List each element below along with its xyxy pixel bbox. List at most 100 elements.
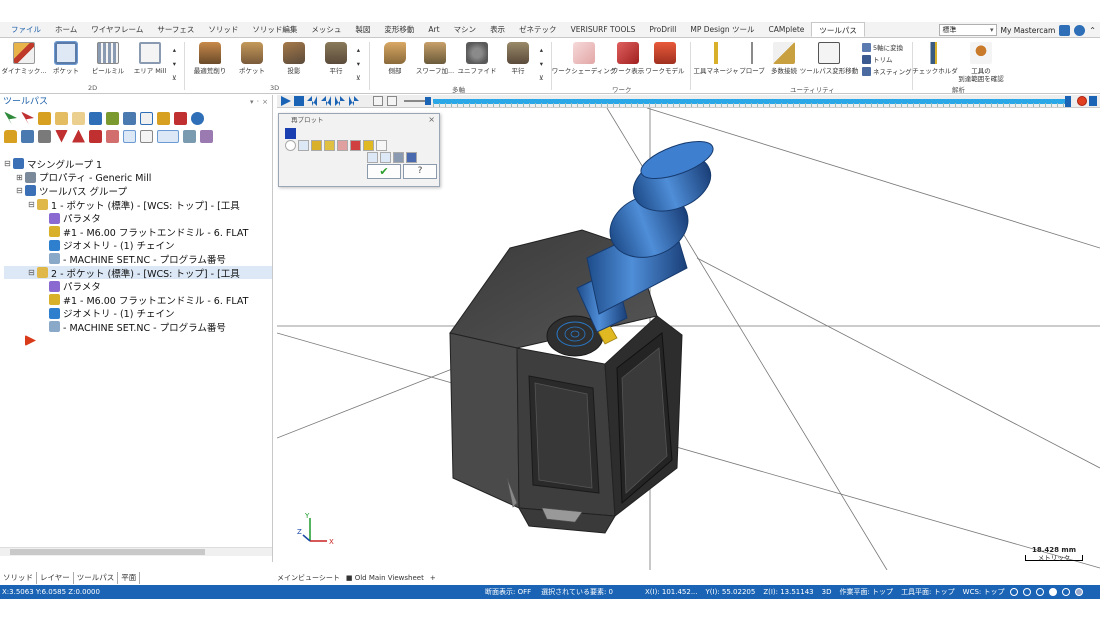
parallel-multi-button[interactable]: 平行 [496,42,540,75]
lock-icon[interactable] [4,129,17,143]
regen-all-icon[interactable] [38,111,51,125]
tool-plane-status[interactable]: 工具平面: トップ [901,587,955,597]
work-shading-button[interactable]: ワークシェーディング [552,42,616,75]
sort-icon[interactable] [106,129,119,143]
tree-node[interactable]: - MACHINE SET.NC - プログラム番号 [4,252,272,266]
help-icon[interactable] [191,111,204,125]
dynamic-button[interactable]: ダイナミック... [1,42,47,75]
ribbon-tab[interactable]: ゼネテック [512,22,564,37]
group-multi-scroll[interactable]: ▴ ▾ ⊻ [539,46,544,82]
manager-tab[interactable]: レイヤー [37,572,74,584]
ribbon-tab[interactable]: マシン [447,22,484,37]
toggle-post-icon[interactable] [38,129,51,143]
collapse-icon[interactable] [200,129,213,143]
help-icon[interactable] [1074,24,1086,36]
check-holder-button[interactable]: チェックホルダ [912,42,958,75]
select-all-icon[interactable] [4,111,17,125]
manager-tab[interactable]: 平面 [118,572,141,584]
work-model-button[interactable]: ワークモデル [645,42,685,75]
convert-5axis-button[interactable]: 5軸に変換 [862,42,903,52]
display-settings-icon[interactable] [1074,588,1083,596]
area-mill-button[interactable]: エリア Mill [128,42,172,75]
workspace-combo[interactable]: 標準 [938,24,997,36]
view-cube-icon[interactable] [1009,588,1018,596]
insert-arrow-icon[interactable] [89,129,102,143]
side-wall-button[interactable]: 側部 [373,42,417,75]
cycle-icon[interactable] [380,152,391,163]
add-viewsheet-button[interactable]: + [430,573,436,584]
tree-node[interactable]: ジオメトリ - (1) チェイン [4,239,272,252]
tree-node[interactable] [4,334,272,348]
swarf-button[interactable]: スワーフ加... [413,42,457,75]
ribbon-tab[interactable]: ファイル [4,22,48,37]
panel-controls[interactable]: ▾ ᛫ × [250,95,268,109]
collapse-dialog-icon[interactable] [285,128,296,139]
ribbon-tab[interactable]: ワイヤフレーム [84,22,150,37]
expand-toggle-icon[interactable]: ⊟ [4,159,13,168]
tool-display-icon[interactable] [311,140,322,151]
collapse-ribbon-icon[interactable]: ⌃ [1089,26,1096,35]
options-icon[interactable] [1089,96,1097,106]
settings-icon[interactable] [1059,24,1071,36]
wcs-status[interactable]: WCS: トップ [963,587,1005,597]
close-icon[interactable]: × [428,114,435,126]
expand-toggle-icon[interactable]: ⊞ [16,173,25,182]
display-options-icon[interactable] [157,129,179,143]
tree-node[interactable]: ⊟ 2 - ポケット (標準) - [WCS: トップ] - [工具 [4,265,272,280]
expand-icon[interactable] [183,129,196,143]
toggle-display-icon[interactable] [21,129,34,143]
ribbon-tab[interactable]: MP Design ツール [683,22,761,37]
reset-icon[interactable] [285,140,296,151]
toolpath-transform-button[interactable]: ツールパス変形移動 [800,42,858,75]
ribbon-tab[interactable]: ホーム [48,22,84,37]
pocket-3d-button[interactable]: ポケット [230,42,274,75]
tree-node[interactable]: パラメタ [4,279,272,293]
ribbon-tab[interactable]: メッシュ [304,22,348,37]
manager-tab[interactable]: ソリッド [0,572,37,584]
expand-toggle-icon[interactable]: ⊟ [28,200,37,209]
tool-manager-button[interactable]: 工具マネージャ [692,42,740,75]
move-down-icon[interactable] [55,129,68,143]
ribbon-tab[interactable]: ツールパス [811,22,865,37]
camera-icon[interactable] [393,152,404,163]
ribbon-tab[interactable]: 表示 [483,22,512,37]
pocket-2d-button[interactable]: ポケット [44,41,88,75]
view-iso-icon[interactable] [1035,588,1044,596]
unified-button[interactable]: ユニファイド [455,42,499,75]
shading-icon[interactable] [1048,588,1057,596]
view-top-icon[interactable] [1022,588,1031,596]
group-2d-scroll[interactable]: ▴ ▾ ⊻ [172,46,177,82]
group-3d-scroll[interactable]: ▴ ▾ ⊻ [356,46,361,82]
help-button[interactable]: ? [403,164,437,179]
multi-link-button[interactable]: 多数接続 [766,42,802,75]
probe-button[interactable]: プローブ [734,42,770,75]
trace-icon[interactable] [367,152,378,163]
ribbon-tab[interactable]: 製図 [348,22,377,37]
simulation-position-marker[interactable] [1065,96,1071,107]
work-plane-status[interactable]: 作業平面: トップ [839,587,893,597]
tree-horizontal-scrollbar[interactable] [0,547,272,556]
z-coordinate[interactable]: Z(I): 13.51143 [763,588,813,596]
toolpath-menu-icon[interactable] [72,111,85,125]
ribbon-tab[interactable]: ソリッド [201,22,245,37]
tree-node[interactable]: #1 - M6.00 フラットエンドミル - 6. FLAT [4,225,272,239]
x-coordinate[interactable]: X(I): 101.452... [645,588,698,596]
ribbon-tab[interactable]: サーフェス [150,22,201,37]
peel-mill-button[interactable]: ピールミル [86,42,130,75]
endpoint-icon[interactable] [350,140,361,151]
mode-icon[interactable] [298,140,309,151]
rewind-start-icon[interactable] [307,96,317,106]
projection-button[interactable]: 投影 [272,42,316,75]
save-icon[interactable] [406,152,417,163]
play-icon[interactable] [281,96,291,106]
nesting-button[interactable]: ネスティング [862,66,912,76]
ribbon-tab[interactable]: CAMplete [762,22,812,37]
trace-mode-icon[interactable] [373,96,383,106]
tab-old-main-viewsheet[interactable]: ■ Old Main Viewsheet [346,573,424,584]
scroll-to-icon[interactable] [123,129,136,143]
y-coordinate[interactable]: Y(I): 55.02205 [706,588,756,596]
tree-node[interactable]: ⊞ プロパティ - Generic Mill [4,171,272,184]
regen-dirty-icon[interactable] [55,111,68,125]
ok-button[interactable]: ✔ [367,164,401,179]
expand-toggle-icon[interactable]: ⊟ [16,186,25,195]
